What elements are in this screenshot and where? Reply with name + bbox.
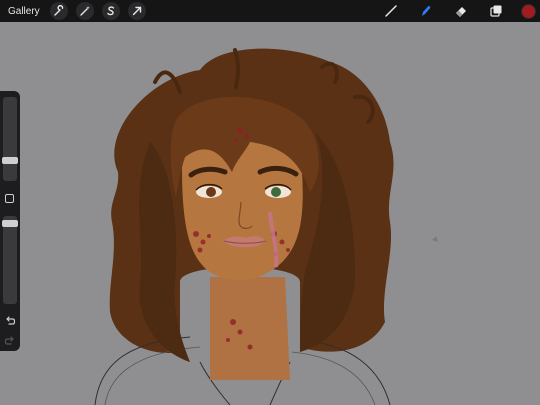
layers-icon xyxy=(490,5,502,17)
eraser-button[interactable] xyxy=(451,1,471,21)
transform-arrow-icon xyxy=(132,6,141,16)
smudge-button[interactable] xyxy=(416,1,436,21)
redo-button[interactable] xyxy=(4,333,16,345)
opacity-thumb[interactable] xyxy=(2,220,18,227)
brush-size-thumb[interactable] xyxy=(2,157,18,164)
undo-icon xyxy=(6,316,16,325)
color-swatch[interactable] xyxy=(521,3,536,19)
opacity-slider[interactable] xyxy=(3,216,17,304)
selection-s-icon xyxy=(106,6,114,16)
modify-button[interactable] xyxy=(5,194,14,203)
smudge-icon xyxy=(422,6,431,16)
stray-mark xyxy=(432,236,438,242)
neck xyxy=(210,277,290,380)
drawing-canvas[interactable] xyxy=(0,22,540,405)
magic-wand-icon xyxy=(79,6,90,16)
right-tool-group xyxy=(381,0,540,22)
face xyxy=(181,139,303,280)
eraser-icon xyxy=(456,7,466,17)
selection-button[interactable] xyxy=(101,2,120,20)
redo-icon xyxy=(4,336,14,345)
transform-button[interactable] xyxy=(127,2,146,20)
brush-icon xyxy=(385,5,397,17)
adjustments-button[interactable] xyxy=(75,2,94,20)
undo-button[interactable] xyxy=(4,313,16,325)
wrench-icon xyxy=(53,5,63,16)
left-sidebar xyxy=(0,91,20,351)
gallery-button[interactable]: Gallery xyxy=(8,6,40,17)
brush-size-slider[interactable] xyxy=(3,97,17,181)
iris-right xyxy=(271,187,281,197)
artwork xyxy=(94,48,438,405)
paint-brush-button[interactable] xyxy=(381,1,401,21)
actions-wrench-button[interactable] xyxy=(49,2,68,20)
top-toolbar: Gallery xyxy=(0,0,540,22)
iris-left xyxy=(206,187,216,197)
layers-button[interactable] xyxy=(486,1,506,21)
